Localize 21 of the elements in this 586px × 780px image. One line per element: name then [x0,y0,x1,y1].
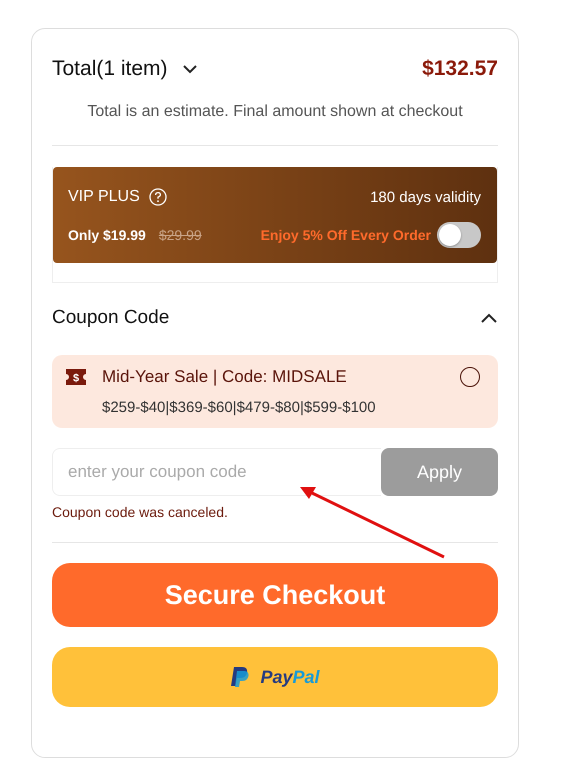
vip-toggle[interactable] [437,222,481,248]
coupon-section-title: Coupon Code [52,307,170,329]
chevron-icon[interactable] [480,312,498,324]
coupon-title: Mid-Year Sale | Code: MIDSALE [102,367,348,387]
coupon-tiers: $259-$40|$369-$60|$479-$80|$599-$100 [102,399,377,416]
paypal-logo-icon [230,665,250,689]
total-amount: $132.57 [422,57,498,81]
coupon-card[interactable]: $ Mid-Year Sale | Code: MIDSALE $259-$40|$369-$60|$479-$80|$599-$100 [52,355,498,428]
estimate-note: Total is an estimate. Final amount shown at checkout [86,103,464,121]
vip-price: Only $19.99 [68,227,146,243]
validity-text: 180 days validity [370,188,481,206]
vip-title: VIP PLUS [68,188,140,206]
offer-text: Enjoy 5% Off Every Order [260,227,431,243]
total-title: Total(1 item) [52,57,168,81]
coupon-message: Coupon code was canceled. [52,504,229,520]
chevron-icon[interactable] [182,64,198,74]
help-icon[interactable] [148,188,167,206]
coupon-radio[interactable] [460,367,480,387]
old-price: $29.99 [158,227,202,243]
paypal-button[interactable]: PayPal [52,647,498,707]
ticket-icon: $ [64,367,88,387]
